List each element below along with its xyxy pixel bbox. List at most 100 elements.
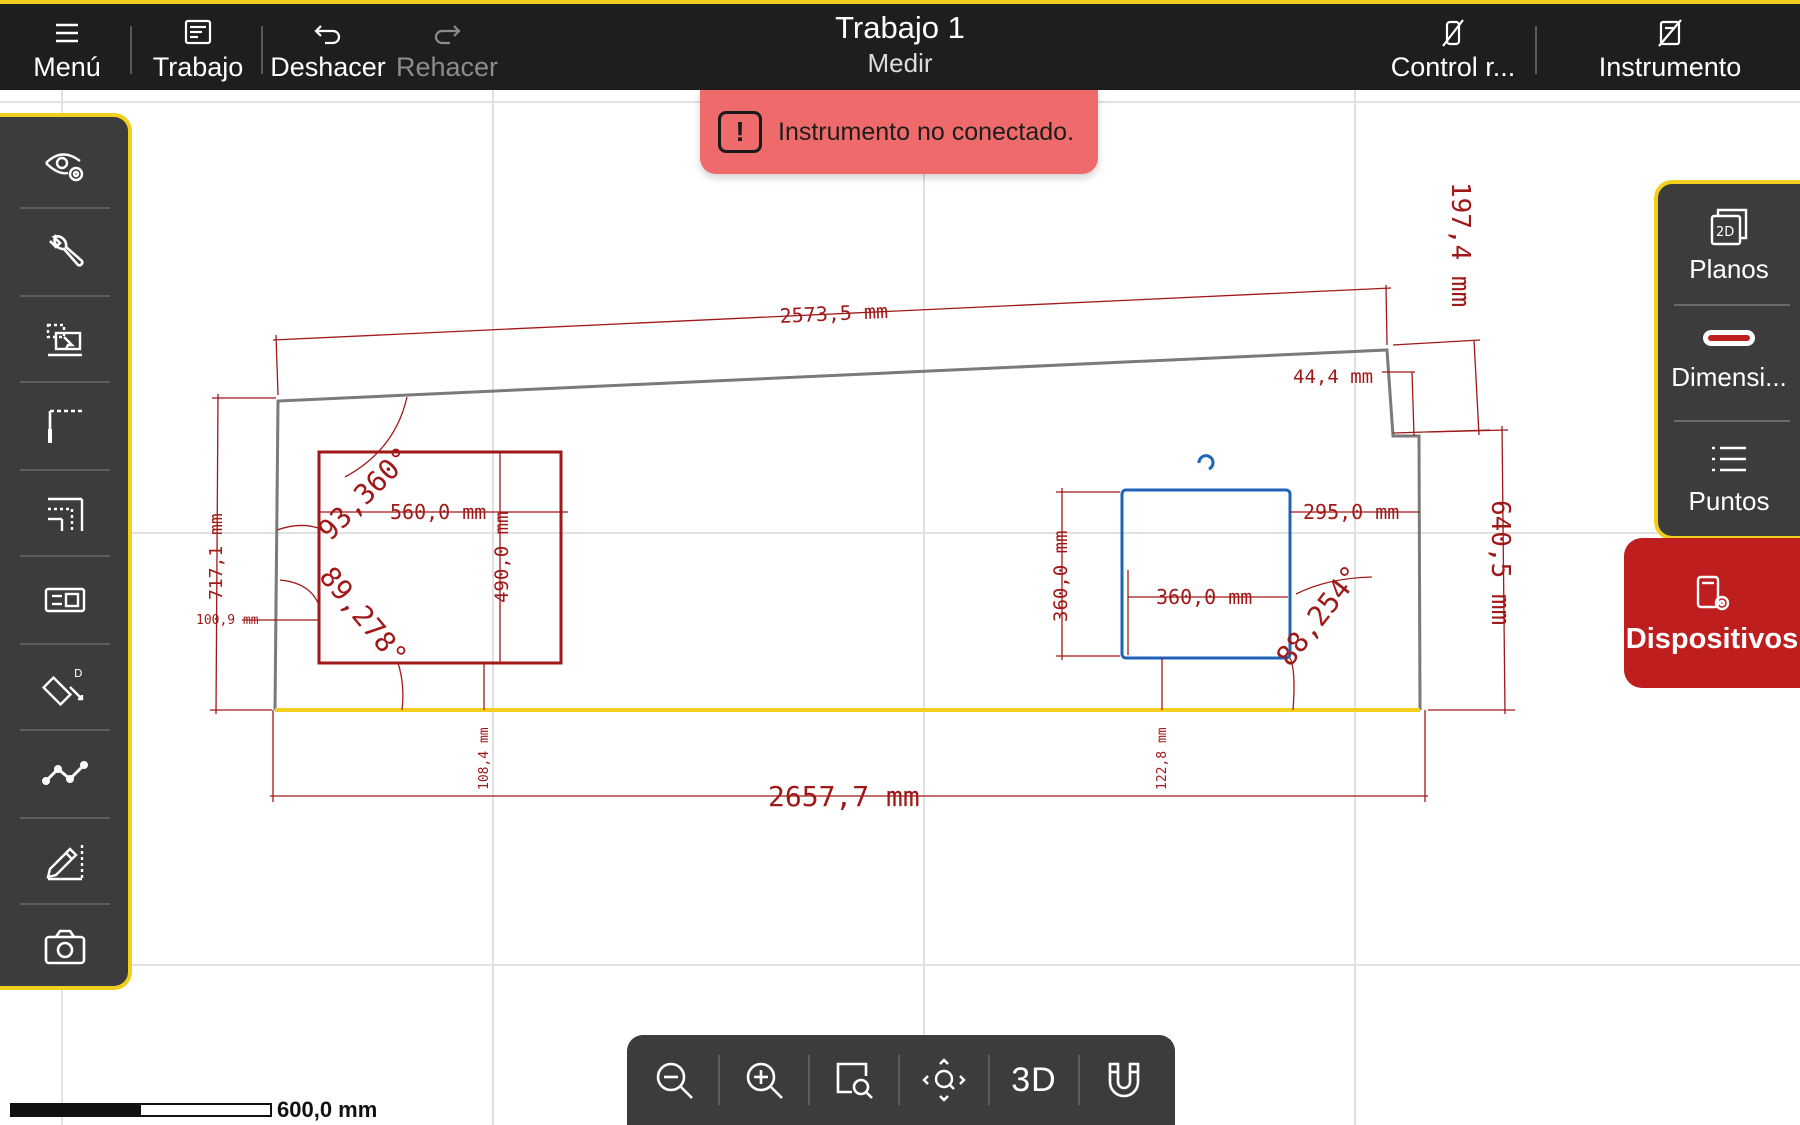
dim-notch-width[interactable]: 44,4 mm <box>1293 366 1373 388</box>
polyline-icon <box>42 761 88 785</box>
parallel-offset-button[interactable] <box>20 471 110 557</box>
drawing-canvas[interactable]: 2573,5 mm 197,4 mm 44,4 mm 717,1 mm 100,… <box>0 90 1800 1125</box>
dim-angle-bottom-right[interactable]: 88,254° <box>1270 559 1369 672</box>
snap-magnet-icon <box>1108 1062 1140 1098</box>
undo-label: Deshacer <box>270 52 386 82</box>
zoom-fit-icon <box>922 1058 966 1102</box>
zoom-window-button[interactable] <box>819 1049 889 1111</box>
label-edit-icon <box>44 587 86 613</box>
menu-button[interactable]: Menú <box>22 10 112 90</box>
menu-label: Menú <box>33 52 101 82</box>
camera-icon <box>44 929 86 965</box>
plans-2d-icon: 2D <box>1710 208 1748 246</box>
title-block: Trabajo 1 Medir <box>700 10 1100 79</box>
wrench-icon <box>49 234 84 267</box>
room-outline[interactable] <box>273 348 1422 711</box>
tools-button[interactable] <box>20 209 110 295</box>
plans-label: Planos <box>1689 254 1769 284</box>
3d-view-icon: 3D <box>1011 1060 1057 1099</box>
dimensions-label: Dimensi... <box>1671 362 1787 392</box>
corner-line-button[interactable] <box>20 383 110 469</box>
remote-disconnected-icon <box>1442 19 1464 47</box>
sketch-pencil-icon <box>46 845 84 881</box>
undo-button[interactable]: Deshacer <box>268 10 388 90</box>
zoom-window-icon <box>836 1062 873 1099</box>
rotate-handle-icon[interactable] <box>1197 454 1215 471</box>
alert-icon: ! <box>718 111 762 153</box>
dim-rect2-bottom[interactable]: 122,8 mm <box>1155 727 1170 790</box>
dim-rect1-bottom[interactable]: 108,4 mm <box>477 727 492 790</box>
devices-label: Dispositivos <box>1625 622 1799 655</box>
corner-line-icon <box>48 409 82 443</box>
redo-button[interactable]: Rehacer <box>392 10 502 90</box>
points-list-icon <box>1712 446 1746 472</box>
points-button[interactable]: Puntos <box>1658 438 1800 517</box>
visibility-settings-icon <box>45 153 84 182</box>
redo-icon <box>434 25 461 45</box>
sketch-pencil-button[interactable] <box>20 819 110 905</box>
remote-label: Control r... <box>1390 52 1516 82</box>
dim-left-offset[interactable]: 100,9 mm <box>196 613 259 628</box>
instrument-disconnected-icon <box>1658 19 1682 47</box>
svg-text:2D: 2D <box>1716 225 1734 240</box>
polyline-button[interactable] <box>20 731 110 817</box>
devices-button[interactable]: Dispositivos <box>1624 538 1800 688</box>
topbar-divider <box>1535 26 1537 74</box>
dimension-line-icon <box>1703 330 1755 346</box>
instrument-label: Instrumento <box>1598 52 1742 82</box>
camera-button[interactable] <box>20 905 110 991</box>
bottom-toolbar: 3D <box>627 1035 1175 1125</box>
zoom-out-button[interactable] <box>639 1049 709 1111</box>
page-title: Trabajo 1 <box>835 10 965 45</box>
topbar-divider <box>261 26 263 74</box>
toast-message: Instrumento no conectado. <box>778 117 1075 146</box>
instrument-button[interactable]: Instrumento <box>1590 10 1750 90</box>
page-subtitle: Medir <box>867 48 933 78</box>
job-document-icon <box>184 19 212 45</box>
grid-lines <box>0 90 1800 1125</box>
redo-label: Rehacer <box>395 52 499 82</box>
job-label: Trabajo <box>152 52 244 82</box>
zoom-fit-button[interactable] <box>909 1049 979 1111</box>
opening-rect-2[interactable] <box>1120 488 1292 660</box>
dim-angle-top-left[interactable]: 93,360° <box>312 440 419 547</box>
undo-icon <box>314 25 341 45</box>
dimension-lines <box>210 284 1515 802</box>
job-button[interactable]: Trabajo <box>148 10 248 90</box>
zoom-in-icon <box>746 1062 783 1099</box>
dim-angle-bottom-left[interactable]: 89,278° <box>313 560 414 672</box>
dim-rect2-height[interactable]: 360,0 mm <box>1050 530 1072 622</box>
scale-label: 600,0 mm <box>277 1097 378 1122</box>
measure-distance-button[interactable]: D <box>20 645 110 731</box>
top-app-bar: Menú Trabajo Deshacer Rehacer Trabajo 1 … <box>0 0 1800 90</box>
dim-rect2-width[interactable]: 360,0 mm <box>1156 585 1252 609</box>
connection-toast[interactable]: ! Instrumento no conectado. <box>700 90 1098 174</box>
zoom-out-icon <box>656 1062 693 1099</box>
snap-magnet-button[interactable] <box>1089 1049 1159 1111</box>
left-toolbar: D <box>0 113 132 990</box>
visibility-settings-button[interactable] <box>20 121 110 207</box>
measure-distance-icon: D <box>42 667 84 707</box>
hamburger-icon <box>56 23 78 43</box>
scale-bar <box>10 1103 272 1117</box>
dimensions-button[interactable]: Dimensi... <box>1658 322 1800 393</box>
dim-rect1-width[interactable]: 560,0 mm <box>390 500 486 524</box>
dim-right-height[interactable]: 640,5 mm <box>1485 500 1515 625</box>
plans-button[interactable]: 2D Planos <box>1658 206 1800 285</box>
dim-rect1-height[interactable]: 490,0 mm <box>491 511 513 603</box>
dim-bottom[interactable]: 2657,7 mm <box>768 780 920 813</box>
layers-select-icon <box>46 323 82 357</box>
label-edit-button[interactable] <box>20 557 110 643</box>
dim-notch-height[interactable]: 197,4 mm <box>1445 182 1475 307</box>
floor-plan-drawing[interactable]: 2573,5 mm 197,4 mm 44,4 mm 717,1 mm 100,… <box>0 90 1800 1125</box>
remote-control-button[interactable]: Control r... <box>1388 10 1518 90</box>
dim-top[interactable]: 2573,5 mm <box>779 299 888 328</box>
points-label: Puntos <box>1688 486 1770 516</box>
layers-select-button[interactable] <box>20 297 110 383</box>
dim-rect2-right[interactable]: 295,0 mm <box>1303 500 1399 524</box>
right-panel: 2D Planos Dimensi... Puntos <box>1654 180 1800 540</box>
3d-view-button[interactable]: 3D <box>999 1049 1069 1111</box>
dim-left-height[interactable]: 717,1 mm <box>206 513 227 600</box>
devices-settings-icon <box>1696 575 1730 610</box>
zoom-in-button[interactable] <box>729 1049 799 1111</box>
